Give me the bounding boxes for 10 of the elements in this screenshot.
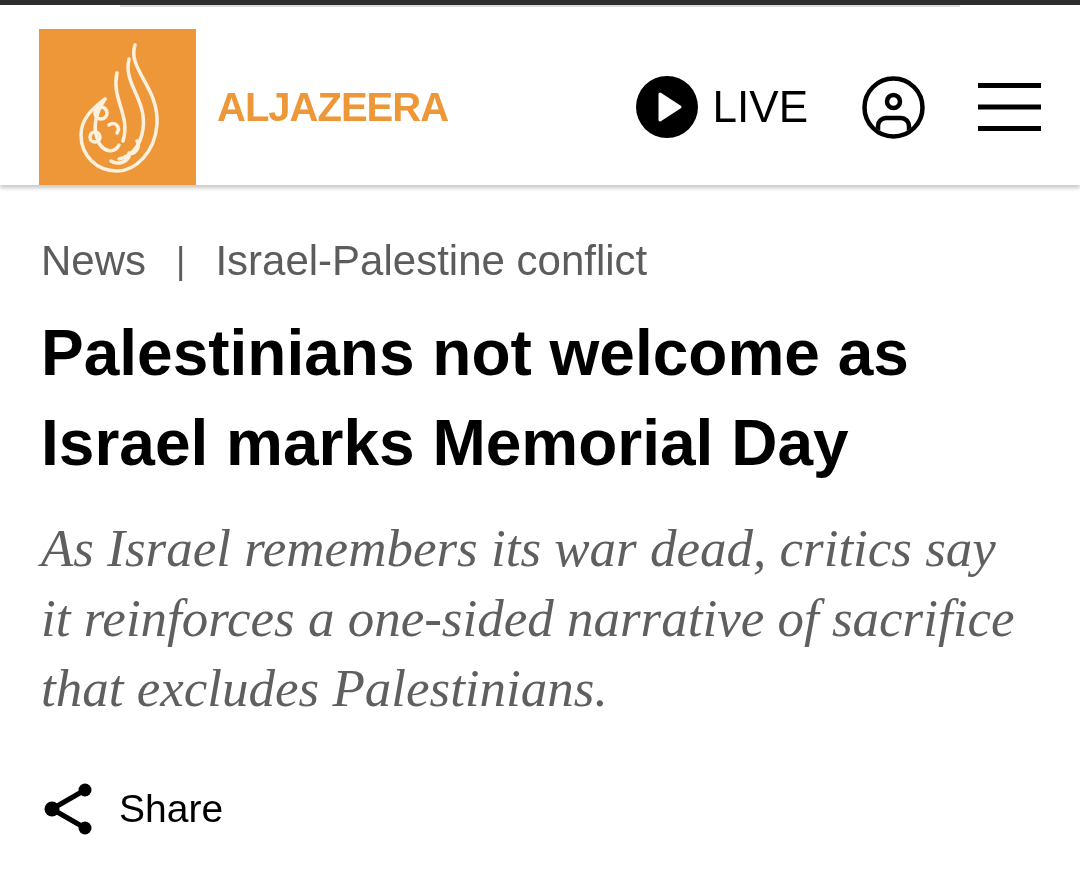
menu-icon[interactable] bbox=[978, 83, 1041, 131]
breadcrumb-separator: | bbox=[176, 239, 186, 283]
share-icon bbox=[44, 783, 92, 835]
breadcrumb-link[interactable]: News bbox=[41, 237, 147, 285]
live-button[interactable]: LIVE bbox=[635, 76, 808, 138]
share-button[interactable]: Share bbox=[44, 783, 224, 835]
breadcrumb-link[interactable]: Israel-Palestine conflict bbox=[215, 237, 648, 285]
article-headline: Palestinians not welcome as Israel marks Memorial Day bbox=[41, 316, 910, 481]
play-icon bbox=[635, 76, 698, 138]
account-icon[interactable] bbox=[862, 75, 925, 139]
